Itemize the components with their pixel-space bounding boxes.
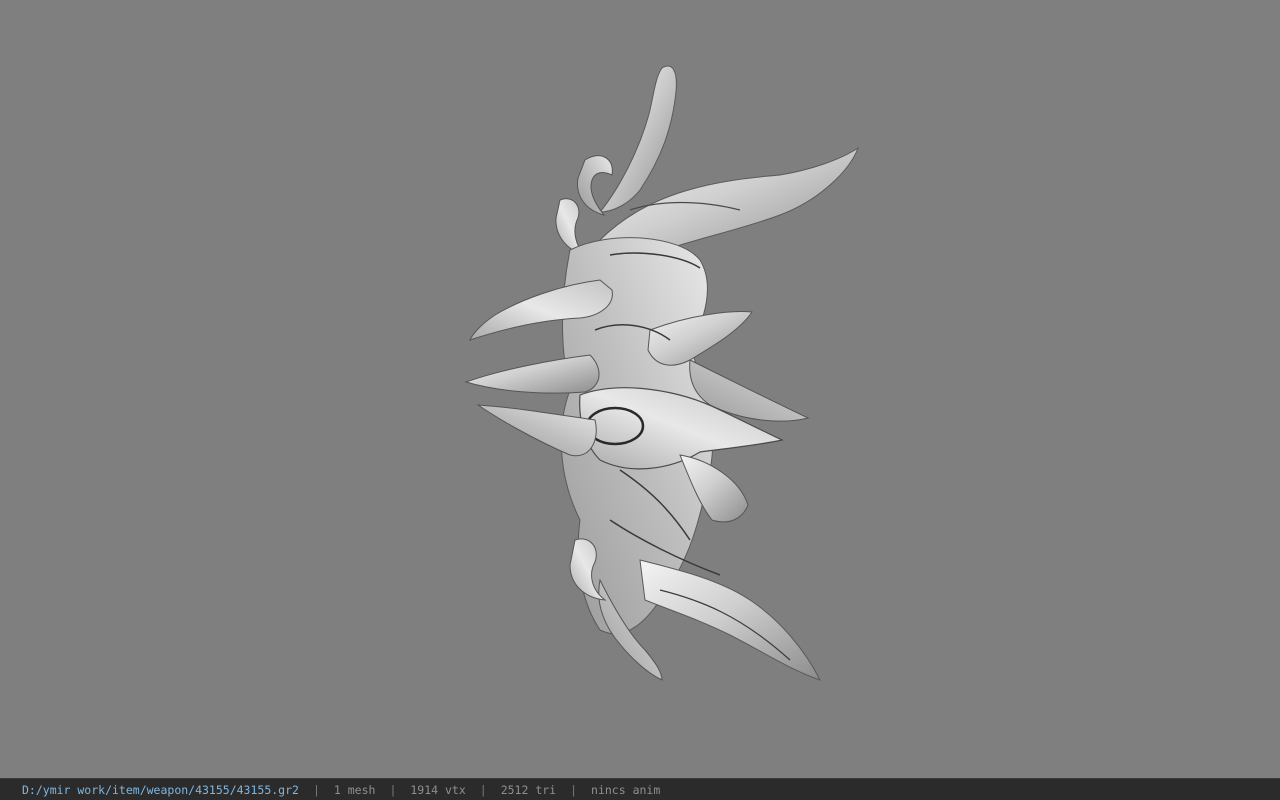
spike-bottom-right xyxy=(639,559,821,681)
separator: | xyxy=(312,782,320,797)
separator: | xyxy=(479,782,487,797)
triangle-count: 2512 tri xyxy=(500,782,557,797)
file-path: D:/ymir work/item/weapon/43155/43155.gr2 xyxy=(22,782,299,797)
blade-left-mid xyxy=(464,354,600,394)
separator: | xyxy=(389,782,397,797)
separator: | xyxy=(570,782,578,797)
animation-status: nincs anim xyxy=(591,782,661,797)
status-bar: D:/ymir work/item/weapon/43155/43155.gr2… xyxy=(0,778,1280,800)
3d-viewport[interactable] xyxy=(0,0,1280,778)
spike-top xyxy=(598,65,677,213)
weapon-model-render[interactable] xyxy=(0,0,1280,778)
mesh-count: 1 mesh xyxy=(333,782,376,797)
vertex-count: 1914 vtx xyxy=(410,782,466,797)
